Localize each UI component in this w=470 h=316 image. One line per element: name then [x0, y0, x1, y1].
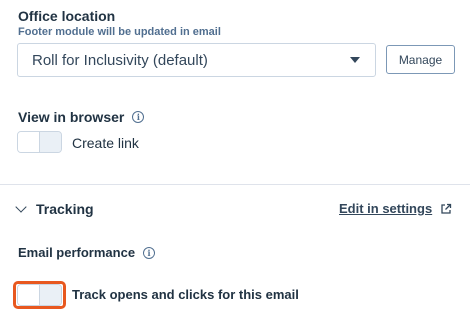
- chevron-down-icon[interactable]: [15, 201, 27, 213]
- toggle-knob: [18, 132, 40, 152]
- caret-down-icon: [350, 57, 360, 63]
- track-opens-label: Track opens and clicks for this email: [72, 287, 299, 302]
- edit-in-settings[interactable]: Edit in settings: [339, 201, 452, 216]
- tracking-section-title[interactable]: Tracking: [36, 201, 94, 217]
- info-icon[interactable]: i: [143, 246, 156, 259]
- toggle-highlight-outline: [13, 281, 66, 309]
- external-link-icon: [441, 203, 452, 214]
- view-in-browser-heading: View in browser i: [18, 109, 145, 125]
- create-link-label: Create link: [72, 135, 139, 151]
- email-performance-title: Email performance: [18, 245, 136, 260]
- office-location-title: Office location: [18, 8, 116, 24]
- view-in-browser-title: View in browser: [18, 109, 125, 125]
- office-location-selected-value: Roll for Inclusivity (default): [32, 51, 208, 69]
- manage-button[interactable]: Manage: [386, 45, 455, 74]
- create-link-toggle[interactable]: [17, 131, 62, 153]
- office-location-subtitle: Footer module will be updated in email: [18, 26, 221, 38]
- office-location-select[interactable]: Roll for Inclusivity (default): [17, 43, 376, 77]
- edit-in-settings-link[interactable]: Edit in settings: [339, 201, 432, 216]
- email-performance-heading: Email performance i: [18, 245, 156, 260]
- info-icon[interactable]: i: [132, 111, 145, 123]
- section-divider: [0, 184, 470, 185]
